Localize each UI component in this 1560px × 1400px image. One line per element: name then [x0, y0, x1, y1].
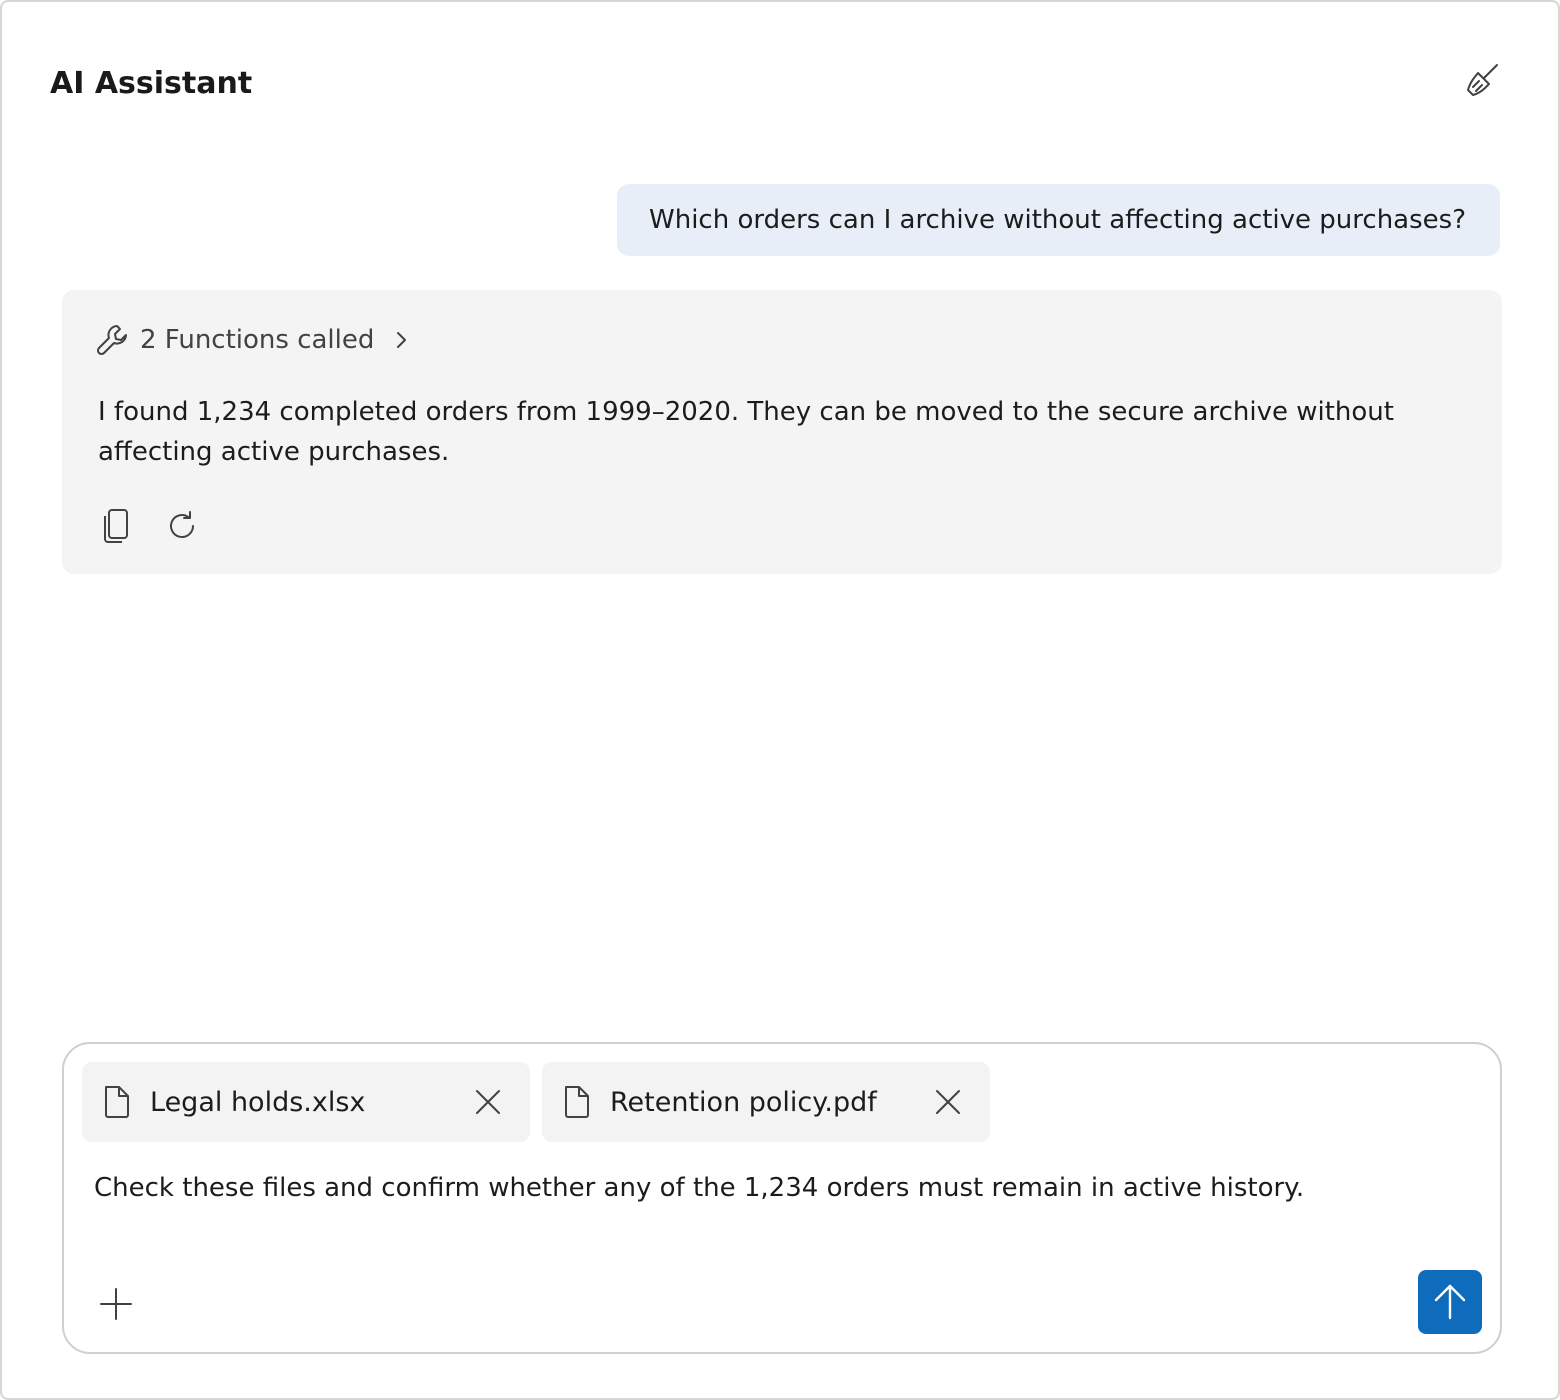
regenerate-button[interactable]: [160, 504, 204, 548]
send-button[interactable]: [1418, 1270, 1482, 1334]
message-actions: [94, 504, 204, 548]
clear-chat-button[interactable]: [1460, 60, 1504, 104]
close-icon: [476, 1090, 500, 1114]
functions-called-toggle[interactable]: 2 Functions called: [96, 320, 410, 360]
remove-attachment-button[interactable]: [928, 1082, 968, 1122]
chevron-right-icon: [394, 330, 410, 350]
attachment-name: Retention policy.pdf: [610, 1086, 877, 1118]
assistant-message: 2 Functions called I found 1,234 complet…: [62, 290, 1502, 574]
broom-icon: [1464, 62, 1500, 102]
add-attachment-button[interactable]: [94, 1282, 138, 1326]
message-input[interactable]: Check these files and confirm whether an…: [94, 1168, 1464, 1208]
copy-icon: [100, 508, 132, 544]
wrench-icon: [96, 323, 130, 357]
attachment-chip: Legal holds.xlsx: [82, 1062, 530, 1142]
user-message-text: Which orders can I archive without affec…: [649, 205, 1466, 235]
remove-attachment-button[interactable]: [468, 1082, 508, 1122]
document-icon: [562, 1084, 592, 1120]
close-icon: [936, 1090, 960, 1114]
assistant-answer-text: I found 1,234 completed orders from 1999…: [98, 397, 1394, 467]
message-composer: Legal holds.xlsx Retention policy.pdf Ch…: [62, 1042, 1502, 1354]
document-icon: [102, 1084, 132, 1120]
copy-button[interactable]: [94, 504, 138, 548]
attachment-name: Legal holds.xlsx: [150, 1086, 366, 1118]
attachment-chip: Retention policy.pdf: [542, 1062, 990, 1142]
functions-called-label: 2 Functions called: [140, 325, 375, 355]
arrow-up-icon: [1434, 1284, 1466, 1320]
plus-icon: [100, 1288, 132, 1320]
assistant-panel: AI Assistant Which orders can I archive …: [0, 0, 1560, 1400]
panel-title: AI Assistant: [50, 66, 253, 101]
regenerate-icon: [165, 509, 199, 543]
user-message: Which orders can I archive without affec…: [617, 184, 1500, 256]
